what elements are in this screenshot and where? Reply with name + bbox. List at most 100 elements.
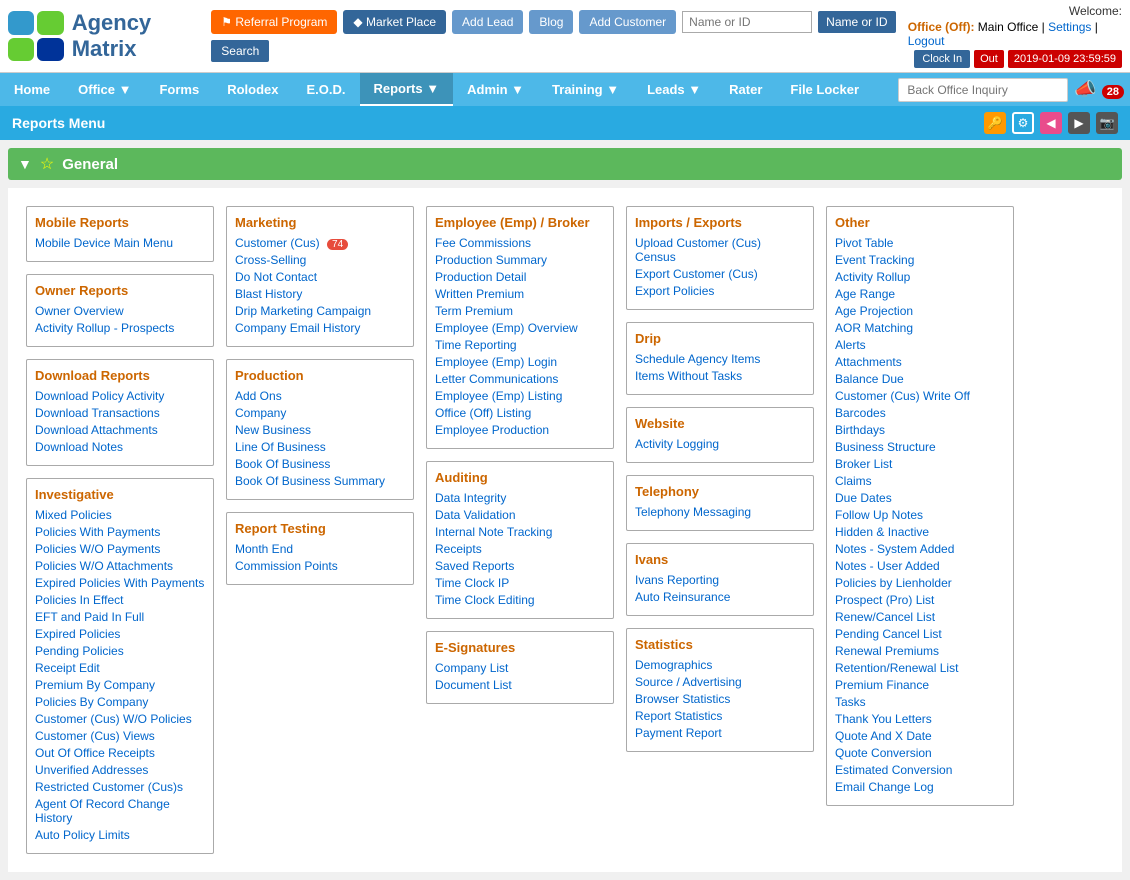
cross-selling-link[interactable]: Cross-Selling (235, 253, 405, 267)
estimated-conversion-link[interactable]: Estimated Conversion (835, 763, 1005, 777)
balance-due-link[interactable]: Balance Due (835, 372, 1005, 386)
renew-cancel-list-link[interactable]: Renew/Cancel List (835, 610, 1005, 624)
mobile-device-main-menu-link[interactable]: Mobile Device Main Menu (35, 236, 205, 250)
policies-in-effect-link[interactable]: Policies In Effect (35, 593, 205, 607)
add-customer-button[interactable]: Add Customer (579, 10, 676, 34)
renewal-premiums-link[interactable]: Renewal Premiums (835, 644, 1005, 658)
pending-cancel-list-link[interactable]: Pending Cancel List (835, 627, 1005, 641)
notes-system-added-link[interactable]: Notes - System Added (835, 542, 1005, 556)
out-button[interactable]: Out (974, 50, 1004, 68)
referral-button[interactable]: ⚑ Referral Program (211, 10, 337, 34)
policies-wo-attachments-link[interactable]: Policies W/O Attachments (35, 559, 205, 573)
star-icon[interactable]: ☆ (40, 154, 54, 174)
employee-login-link[interactable]: Employee (Emp) Login (435, 355, 605, 369)
alerts-link[interactable]: Alerts (835, 338, 1005, 352)
nav-reports[interactable]: Reports ▼ (360, 73, 454, 106)
nav-eod[interactable]: E.O.D. (292, 74, 359, 105)
key-icon-button[interactable]: 🔑 (984, 112, 1006, 134)
fee-commissions-link[interactable]: Fee Commissions (435, 236, 605, 250)
follow-up-notes-link[interactable]: Follow Up Notes (835, 508, 1005, 522)
company-link[interactable]: Company (235, 406, 405, 420)
add-lead-button[interactable]: Add Lead (452, 10, 523, 34)
policies-by-company-link[interactable]: Policies By Company (35, 695, 205, 709)
expired-policies-link[interactable]: Expired Policies (35, 627, 205, 641)
auto-policy-limits-link[interactable]: Auto Policy Limits (35, 828, 205, 842)
drip-marketing-link[interactable]: Drip Marketing Campaign (235, 304, 405, 318)
market-place-button[interactable]: ◆ Market Place (343, 10, 446, 34)
expired-policies-with-payments-link[interactable]: Expired Policies With Payments (35, 576, 205, 590)
arrow-icon-button[interactable]: ◀ (1040, 112, 1062, 134)
nav-home[interactable]: Home (0, 74, 64, 105)
owner-overview-link[interactable]: Owner Overview (35, 304, 205, 318)
saved-reports-link[interactable]: Saved Reports (435, 559, 605, 573)
attachments-link[interactable]: Attachments (835, 355, 1005, 369)
upload-customer-census-link[interactable]: Upload Customer (Cus) Census (635, 236, 805, 264)
quote-and-x-date-link[interactable]: Quote And X Date (835, 729, 1005, 743)
policies-by-lienholder-link[interactable]: Policies by Lienholder (835, 576, 1005, 590)
book-of-business-link[interactable]: Book Of Business (235, 457, 405, 471)
export-customer-link[interactable]: Export Customer (Cus) (635, 267, 805, 281)
employee-listing-link[interactable]: Employee (Emp) Listing (435, 389, 605, 403)
employee-overview-link[interactable]: Employee (Emp) Overview (435, 321, 605, 335)
activity-rollup-link[interactable]: Activity Rollup (835, 270, 1005, 284)
due-dates-link[interactable]: Due Dates (835, 491, 1005, 505)
letter-communications-link[interactable]: Letter Communications (435, 372, 605, 386)
company-list-link[interactable]: Company List (435, 661, 605, 675)
new-business-link[interactable]: New Business (235, 423, 405, 437)
prospect-pro-list-link[interactable]: Prospect (Pro) List (835, 593, 1005, 607)
month-end-link[interactable]: Month End (235, 542, 405, 556)
age-projection-link[interactable]: Age Projection (835, 304, 1005, 318)
data-validation-link[interactable]: Data Validation (435, 508, 605, 522)
notes-user-added-link[interactable]: Notes - User Added (835, 559, 1005, 573)
document-list-link[interactable]: Document List (435, 678, 605, 692)
tasks-link[interactable]: Tasks (835, 695, 1005, 709)
customer-write-off-link[interactable]: Customer (Cus) Write Off (835, 389, 1005, 403)
nav-rater[interactable]: Rater (715, 74, 776, 105)
nav-admin[interactable]: Admin ▼ (453, 74, 538, 105)
barcodes-link[interactable]: Barcodes (835, 406, 1005, 420)
event-tracking-link[interactable]: Event Tracking (835, 253, 1005, 267)
commission-points-link[interactable]: Commission Points (235, 559, 405, 573)
premium-by-company-link[interactable]: Premium By Company (35, 678, 205, 692)
policies-wo-payments-link[interactable]: Policies W/O Payments (35, 542, 205, 556)
data-integrity-link[interactable]: Data Integrity (435, 491, 605, 505)
unverified-addresses-link[interactable]: Unverified Addresses (35, 763, 205, 777)
eft-paid-in-full-link[interactable]: EFT and Paid In Full (35, 610, 205, 624)
nav-rolodex[interactable]: Rolodex (213, 74, 292, 105)
written-premium-link[interactable]: Written Premium (435, 287, 605, 301)
office-listing-link[interactable]: Office (Off) Listing (435, 406, 605, 420)
download-policy-activity-link[interactable]: Download Policy Activity (35, 389, 205, 403)
items-without-tasks-link[interactable]: Items Without Tasks (635, 369, 805, 383)
nav-office[interactable]: Office ▼ (64, 74, 145, 105)
download-transactions-link[interactable]: Download Transactions (35, 406, 205, 420)
customer-views-link[interactable]: Customer (Cus) Views (35, 729, 205, 743)
customer-wo-policies-link[interactable]: Customer (Cus) W/O Policies (35, 712, 205, 726)
time-clock-ip-link[interactable]: Time Clock IP (435, 576, 605, 590)
out-of-office-receipts-link[interactable]: Out Of Office Receipts (35, 746, 205, 760)
receipt-edit-link[interactable]: Receipt Edit (35, 661, 205, 675)
export-policies-link[interactable]: Export Policies (635, 284, 805, 298)
internal-note-tracking-link[interactable]: Internal Note Tracking (435, 525, 605, 539)
report-statistics-link[interactable]: Report Statistics (635, 709, 805, 723)
pivot-table-link[interactable]: Pivot Table (835, 236, 1005, 250)
nav-file-locker[interactable]: File Locker (776, 74, 873, 105)
video-icon-button[interactable]: ▶ (1068, 112, 1090, 134)
schedule-agency-items-link[interactable]: Schedule Agency Items (635, 352, 805, 366)
do-not-contact-link[interactable]: Do Not Contact (235, 270, 405, 284)
settings-icon-button[interactable]: ⚙ (1012, 112, 1034, 134)
source-advertising-link[interactable]: Source / Advertising (635, 675, 805, 689)
activity-rollup-prospects-link[interactable]: Activity Rollup - Prospects (35, 321, 205, 335)
search-button[interactable]: Search (211, 40, 269, 62)
book-of-business-summary-link[interactable]: Book Of Business Summary (235, 474, 405, 488)
quote-conversion-link[interactable]: Quote Conversion (835, 746, 1005, 760)
name-or-id-dropdown[interactable]: Name or ID (818, 11, 895, 33)
business-structure-link[interactable]: Business Structure (835, 440, 1005, 454)
download-notes-link[interactable]: Download Notes (35, 440, 205, 454)
broker-list-link[interactable]: Broker List (835, 457, 1005, 471)
retention-renewal-list-link[interactable]: Retention/Renewal List (835, 661, 1005, 675)
blast-history-link[interactable]: Blast History (235, 287, 405, 301)
back-office-input[interactable] (898, 78, 1068, 102)
premium-finance-link[interactable]: Premium Finance (835, 678, 1005, 692)
settings-link[interactable]: Settings (1048, 20, 1091, 34)
claims-link[interactable]: Claims (835, 474, 1005, 488)
